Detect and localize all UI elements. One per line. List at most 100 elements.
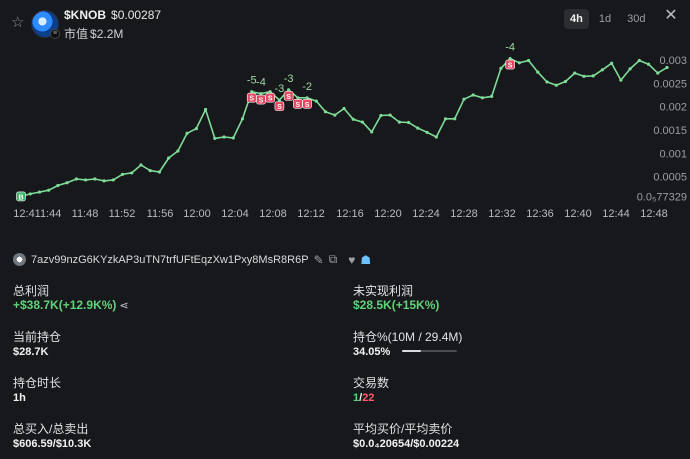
price-point — [619, 78, 623, 82]
price-point — [56, 183, 60, 188]
buy-sell-total-label: 总买入/总卖出 — [13, 422, 89, 436]
price-point — [536, 70, 540, 74]
tab-4h[interactable]: 4h — [564, 9, 589, 29]
price-point — [370, 130, 374, 134]
price-point — [250, 90, 254, 94]
price-point — [573, 71, 577, 75]
x-tick-label: 12:20 — [374, 208, 402, 220]
x-tick-label: 12:32 — [488, 208, 516, 220]
price-point — [176, 149, 180, 153]
trade-amount-label: -3 — [284, 73, 294, 85]
price-point — [610, 61, 614, 65]
price-point — [563, 79, 568, 84]
sell-marker[interactable]: S — [283, 91, 294, 101]
y-tick-label: 0.003 — [659, 55, 687, 67]
x-tick-label: 12:24 — [412, 208, 440, 220]
x-tick-label: 12:12 — [297, 208, 325, 220]
svg-text:S: S — [249, 96, 254, 103]
price-point — [526, 58, 531, 63]
trades-value: 1/22 — [353, 392, 374, 404]
price-point — [148, 169, 152, 173]
sell-count: 22 — [362, 392, 375, 404]
x-tick-label: 11:44 — [35, 208, 62, 220]
price-point — [130, 171, 134, 175]
svg-text:S: S — [277, 104, 282, 111]
price-point — [407, 120, 411, 125]
price-point — [65, 181, 69, 185]
price-point — [314, 99, 318, 103]
price-point — [277, 98, 281, 102]
price-point — [222, 135, 226, 139]
unrealized-profit-label: 未实现利润 — [353, 284, 414, 298]
x-tick-label: 12:04 — [221, 208, 249, 220]
y-tick-label: 0.0025 — [653, 78, 687, 90]
holding-progress-bar — [402, 350, 457, 352]
price-point — [93, 177, 97, 181]
price-point — [139, 163, 143, 167]
price-point — [203, 107, 208, 112]
close-icon[interactable]: ✕ — [663, 8, 679, 24]
price-point — [508, 57, 512, 61]
price-point — [637, 58, 641, 63]
price-point — [628, 67, 632, 71]
svg-text:B: B — [18, 194, 23, 201]
ghost-icon[interactable]: ☗ — [360, 253, 371, 267]
price-point — [84, 178, 88, 182]
price-point — [296, 96, 300, 100]
holding-value: $28.7K — [13, 346, 49, 358]
sell-marker[interactable]: S — [246, 92, 257, 103]
pencil-icon[interactable]: ✎ — [314, 253, 324, 267]
price-point — [360, 120, 365, 124]
price-point — [47, 188, 51, 192]
buy-sell-total-value: $606.59/$10.3K — [13, 438, 92, 450]
price-point — [102, 179, 106, 183]
svg-text:S: S — [268, 96, 273, 103]
price-point — [287, 88, 291, 92]
sell-marker[interactable]: S — [302, 98, 312, 109]
price-point — [120, 172, 125, 176]
x-tick-label: 12:48 — [640, 208, 668, 220]
ticker-symbol: $KNOB — [64, 8, 107, 22]
svg-text:S: S — [296, 102, 301, 109]
x-tick-label: 12:16 — [336, 208, 364, 220]
svg-text:S: S — [259, 98, 264, 105]
trade-amount-label: -3 — [275, 83, 285, 95]
wallet-address[interactable]: 7azv99nzG6KYzkAP3uTN7trfUFtEqzXw1Pxy8MsR… — [31, 254, 309, 266]
price-point — [305, 96, 309, 100]
chain-badge-icon: ≡ — [50, 29, 60, 39]
avg-price-label: 平均买价/平均卖价 — [353, 422, 453, 436]
sell-marker[interactable]: S — [265, 92, 275, 103]
price-point — [185, 131, 189, 135]
copy-icon[interactable]: ⧉ — [329, 252, 338, 267]
star-icon[interactable]: ☆ — [11, 15, 27, 31]
price-point — [462, 97, 466, 101]
price-point — [379, 113, 383, 118]
price-point — [665, 65, 669, 70]
sell-marker[interactable]: S — [293, 98, 303, 109]
buy-marker[interactable]: B — [16, 191, 26, 202]
price-point — [545, 80, 549, 84]
x-tick-label: 12:36 — [526, 208, 554, 220]
x-tick-label: 12:28 — [450, 208, 478, 220]
holding-pct-value: 34.05% — [353, 346, 391, 358]
share-icon[interactable]: ⋖ — [119, 300, 128, 312]
price-point — [517, 61, 521, 65]
sell-marker[interactable]: S — [274, 101, 285, 112]
tab-30d[interactable]: 30d — [621, 9, 651, 29]
price-point — [259, 92, 263, 96]
price-point — [323, 110, 328, 114]
tab-1d[interactable]: 1d — [593, 9, 617, 29]
price-point — [600, 68, 605, 72]
price-point — [591, 74, 595, 78]
price-point — [194, 127, 198, 131]
price-line — [20, 57, 668, 198]
timeframe-tabs: 4h 1d 30d — [564, 9, 651, 29]
price-point — [471, 93, 475, 97]
sell-marker[interactable]: S — [505, 59, 515, 70]
price-point — [37, 190, 42, 194]
sell-marker[interactable]: S — [256, 94, 266, 105]
price-point — [213, 136, 217, 140]
price-point — [157, 170, 162, 174]
price-point — [554, 83, 558, 87]
heart-icon[interactable]: ♥ — [348, 253, 355, 267]
